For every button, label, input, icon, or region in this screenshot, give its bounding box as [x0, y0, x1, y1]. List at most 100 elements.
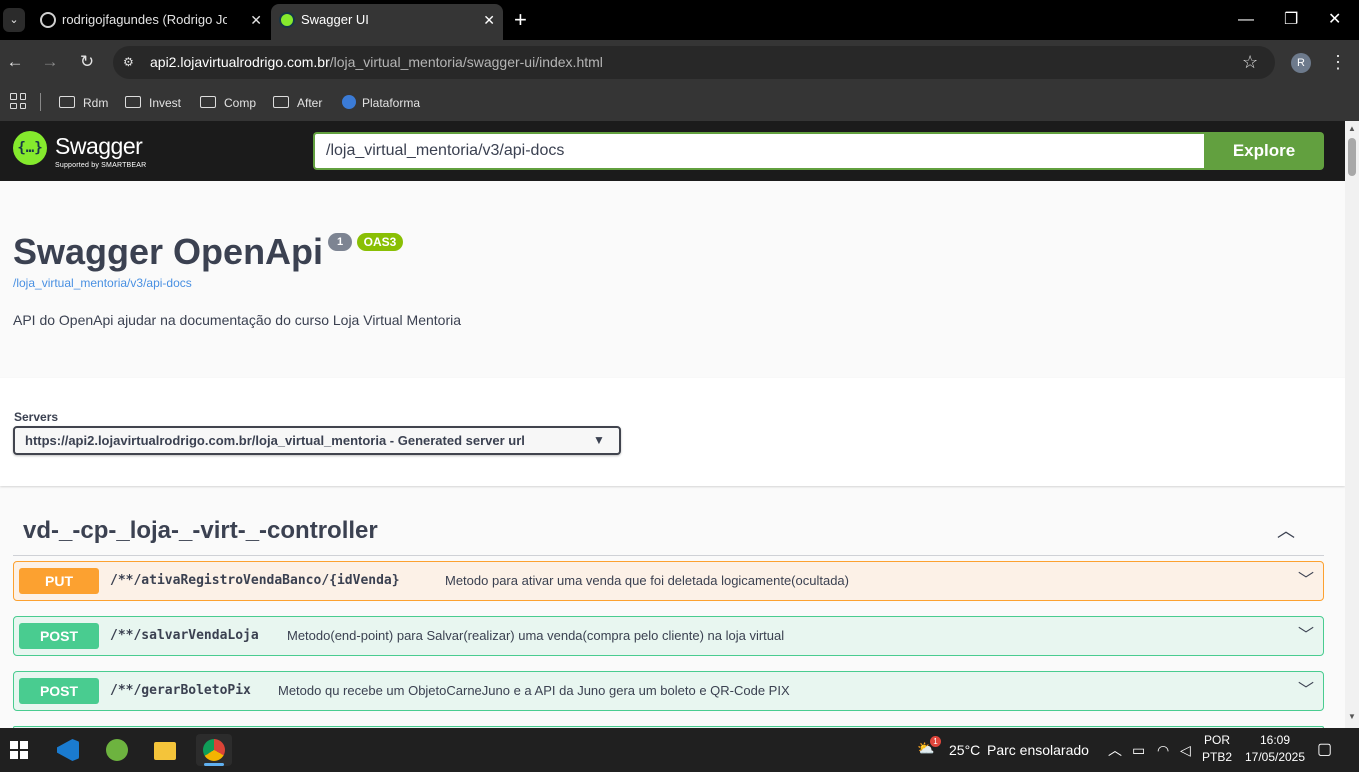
bookmark-rdm[interactable]: Rdm [59, 92, 108, 114]
method-badge: PUT [19, 568, 99, 594]
api-docs-link[interactable]: /loja_virtual_mentoria/v3/api-docs [13, 276, 192, 290]
operation-post[interactable]: POST /**/salvarVendaLoja Metodo(end-poin… [13, 616, 1324, 656]
operation-put[interactable]: PUT /**/ativaRegistroVendaBanco/{idVenda… [13, 561, 1324, 601]
scroll-up-icon[interactable]: ▲ [1348, 124, 1356, 133]
new-tab-plus-icon[interactable]: + [514, 6, 527, 34]
minimize-icon[interactable]: — [1238, 6, 1254, 34]
restore-icon[interactable]: ❐ [1284, 6, 1298, 34]
apps-grid-icon[interactable] [10, 93, 26, 109]
bookmark-label: Invest [149, 96, 182, 110]
operation-post[interactable]: POST /**/gerarBoletoPix Metodo qu recebe… [13, 671, 1324, 711]
scroll-down-icon[interactable]: ▼ [1348, 712, 1356, 721]
folder-icon [59, 96, 75, 108]
chevron-up-icon[interactable]: ︿ [1277, 517, 1295, 543]
profile-avatar[interactable]: R [1291, 53, 1311, 73]
spec-url-input[interactable]: /loja_virtual_mentoria/v3/api-docs [313, 132, 1205, 170]
site-settings-icon[interactable]: ⚙ [123, 54, 141, 70]
github-icon [40, 12, 56, 28]
language-top[interactable]: POR [1200, 733, 1234, 747]
clock-date[interactable]: 17/05/2025 [1241, 750, 1309, 764]
bookmark-invest[interactable]: Invest [125, 92, 181, 114]
browser-menu-icon[interactable]: ⋮ [1329, 50, 1347, 74]
bookmark-plataforma[interactable]: Plataforma [342, 92, 420, 114]
file-explorer-taskbar-icon[interactable] [147, 734, 183, 766]
operation-path: /**/gerarBoletoPix [110, 683, 251, 698]
swagger-logo-subtitle: Supported by SMARTBEAR [55, 162, 147, 169]
close-window-icon[interactable]: ✕ [1328, 6, 1341, 34]
folder-icon [200, 96, 216, 108]
folder-icon [273, 96, 289, 108]
bookmark-after[interactable]: After [273, 92, 322, 114]
chevron-down-icon[interactable]: ﹀ [1298, 672, 1314, 710]
tab-title: rodrigojfagundes (Rodrigo Jose [62, 12, 227, 27]
weather-temp[interactable]: 25°C [949, 728, 980, 772]
weather-badge: 1 [930, 736, 941, 747]
tab-github[interactable]: rodrigojfagundes (Rodrigo Jose ✕ [32, 4, 270, 40]
servers-section: Servers https://api2.lojavirtualrodrigo.… [0, 378, 1345, 486]
bookmark-label: After [297, 96, 323, 110]
address-bar[interactable]: ⚙ api2.lojavirtualrodrigo.com.br/loja_vi… [113, 46, 1275, 79]
reload-icon[interactable]: ↻ [75, 50, 99, 74]
chevron-down-icon[interactable]: ﹀ [1298, 562, 1314, 600]
oas-badge: OAS3 [357, 233, 403, 251]
method-badge: POST [19, 678, 99, 704]
page-title: Swagger OpenApi [13, 231, 324, 272]
server-selected-value: https://api2.lojavirtualrodrigo.com.br/l… [25, 433, 525, 448]
back-arrow-icon[interactable]: ← [3, 50, 27, 74]
language-bottom[interactable]: PTB2 [1200, 750, 1234, 764]
url-path: /loja_virtual_mentoria/swagger-ui/index.… [329, 54, 603, 70]
operation-path: /**/salvarVendaLoja [110, 628, 259, 643]
chrome-taskbar-icon[interactable] [196, 734, 232, 766]
swagger-topbar: {…} Swagger Supported by SMARTBEAR /loja… [0, 121, 1345, 181]
operation-path: /**/ativaRegistroVendaBanco/{idVenda} [110, 573, 400, 588]
api-info-section: Swagger OpenApi 1 OAS3 /loja_virtual_men… [0, 181, 1345, 378]
site-globe-icon [342, 95, 356, 109]
tab-title: Swagger UI [301, 12, 369, 27]
url-host: api2.lojavirtualrodrigo.com.br [150, 54, 330, 70]
chevron-down-icon[interactable]: ﹀ [1298, 617, 1314, 655]
active-app-indicator [204, 763, 224, 766]
weather-desc[interactable]: Parc ensolarado [987, 728, 1089, 772]
scroll-thumb[interactable] [1348, 138, 1356, 176]
tag-name: vd-_-cp-_loja-_-virt-_-controller [23, 517, 378, 544]
bookmark-label: Comp [224, 96, 257, 110]
page-scrollbar[interactable]: ▲ ▼ [1345, 121, 1359, 728]
tab-search-chevron-icon[interactable]: ⌄ [3, 8, 25, 32]
servers-select[interactable]: https://api2.lojavirtualrodrigo.com.br/l… [13, 426, 621, 455]
url-text[interactable]: api2.lojavirtualrodrigo.com.br/loja_virt… [150, 46, 603, 79]
volume-icon[interactable]: ◁ [1180, 728, 1191, 772]
bookmark-label: Plataforma [362, 96, 421, 110]
explore-button[interactable]: Explore [1204, 132, 1324, 170]
bookmark-label: Rdm [83, 96, 109, 110]
servers-label: Servers [14, 410, 59, 424]
battery-icon[interactable]: ▭ [1132, 728, 1145, 772]
bookmark-comp[interactable]: Comp [200, 92, 256, 114]
chevron-down-icon: ▼ [593, 433, 605, 447]
bookmarks-bar: Rdm Invest Comp After Plataforma [0, 85, 1359, 121]
browser-tab-strip: ⌄ rodrigojfagundes (Rodrigo Jose ✕ Swagg… [0, 0, 1359, 40]
notifications-icon[interactable]: ▢ [1317, 728, 1332, 772]
method-badge: POST [19, 623, 99, 649]
operation-summary: Metodo qu recebe um ObjetoCarneJuno e a … [278, 683, 790, 698]
swagger-logo-icon: {…} [13, 131, 47, 165]
close-tab-icon[interactable]: ✕ [483, 4, 495, 36]
vscode-taskbar-icon[interactable] [50, 734, 86, 766]
swagger-logo-text: Swagger [55, 133, 143, 159]
version-badge: 1 [328, 233, 352, 251]
folder-icon [125, 96, 141, 108]
tag-header[interactable]: vd-_-cp-_loja-_-virt-_-controller ︿ [13, 507, 1324, 556]
browser-toolbar: ← → ↻ ⚙ api2.lojavirtualrodrigo.com.br/l… [0, 40, 1359, 85]
operation-summary: Metodo(end-point) para Salvar(realizar) … [287, 628, 785, 643]
clock-time[interactable]: 16:09 [1241, 733, 1309, 747]
tray-overflow-chevron-icon[interactable]: ︿ [1108, 728, 1122, 772]
forward-arrow-icon[interactable]: → [38, 50, 62, 74]
tab-swagger-ui[interactable]: Swagger UI ✕ [271, 4, 503, 40]
windows-taskbar: ⛅ 1 25°C Parc ensolarado ︿ ▭ ◠ ◁ POR PTB… [0, 728, 1359, 772]
wifi-icon[interactable]: ◠ [1157, 728, 1169, 772]
api-description: API do OpenApi ajudar na documentação do… [13, 312, 462, 328]
bookmark-star-icon[interactable]: ☆ [1242, 52, 1258, 72]
close-tab-icon[interactable]: ✕ [250, 4, 262, 36]
windows-start-icon[interactable] [10, 741, 28, 759]
operation-summary: Metodo para ativar uma venda que foi del… [445, 573, 849, 588]
spring-tools-taskbar-icon[interactable] [99, 734, 135, 766]
